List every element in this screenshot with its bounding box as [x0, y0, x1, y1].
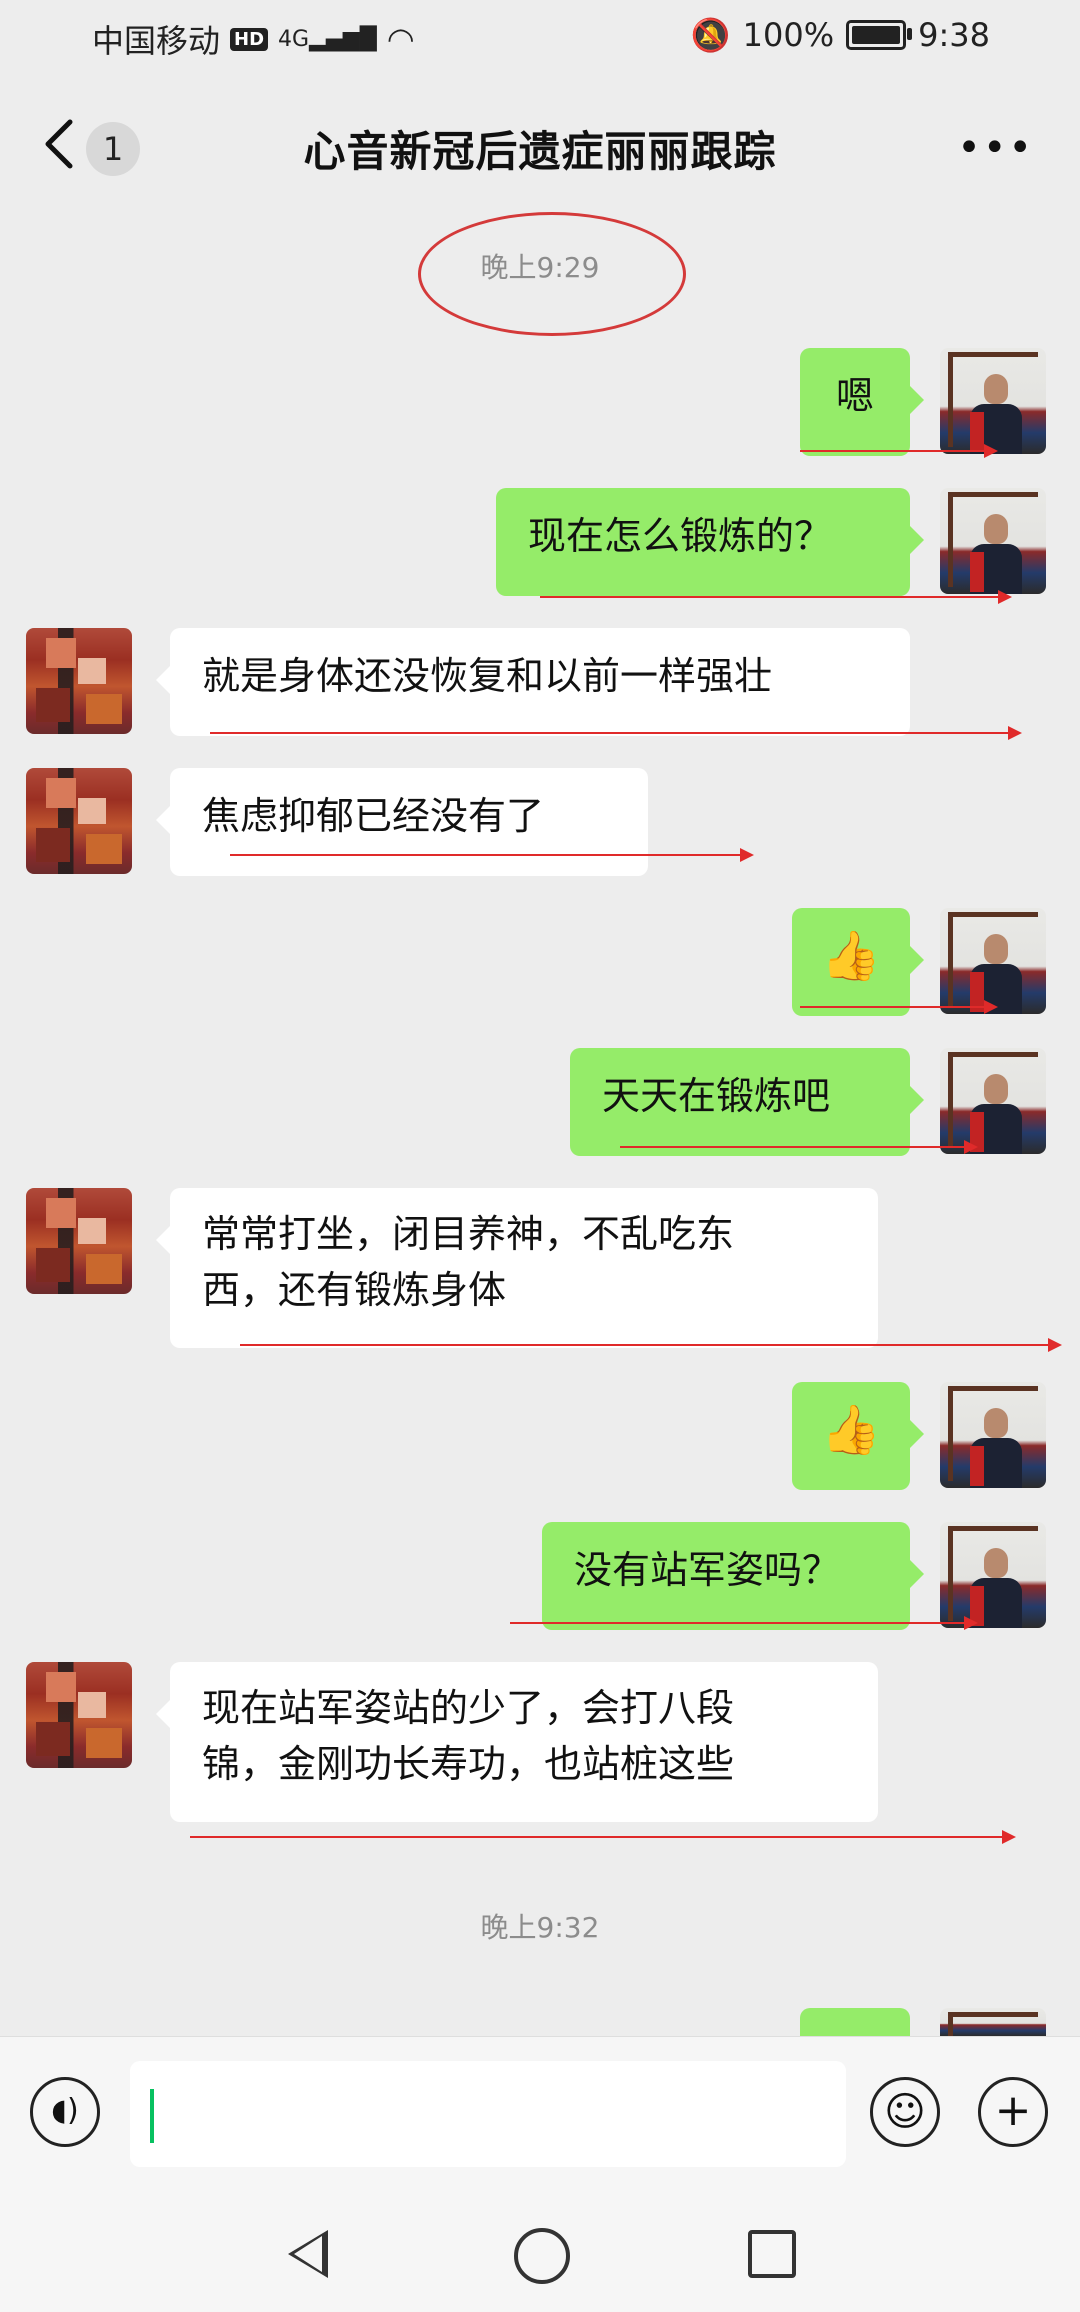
message-input[interactable] — [130, 2061, 846, 2167]
annotation-arrow — [800, 444, 998, 458]
text-caret — [150, 2089, 154, 2143]
annotation-arrow — [510, 1616, 978, 1630]
signal-icon: 4G▂▄▆█ — [278, 26, 377, 52]
status-bar: 中国移动 HD 4G▂▄▆█ ◠ 🔕 100% 9:38 — [0, 0, 1080, 80]
message-bubble-me[interactable]: 👍 — [792, 1382, 924, 1490]
mute-icon: 🔕 — [690, 16, 731, 54]
voice-icon[interactable]: ◖) — [30, 2077, 100, 2147]
message-bubble-them[interactable]: 焦虑抑郁已经没有了 — [156, 768, 648, 876]
hd-icon: HD — [230, 27, 269, 51]
nav-recent-apps-icon[interactable] — [748, 2230, 796, 2278]
message-bubble-them[interactable]: 现在站军姿站的少了，会打八段 锦，金刚功长寿功，也站桩这些 — [156, 1662, 878, 1822]
annotation-arrow — [620, 1140, 978, 1154]
annotation-arrow — [190, 1830, 1016, 1844]
message-bubble-me[interactable]: 现在怎么锻炼的？ — [496, 488, 924, 596]
my-avatar[interactable] — [940, 1522, 1046, 1628]
my-avatar[interactable] — [940, 1048, 1046, 1154]
plus-icon[interactable]: + — [978, 2077, 1048, 2147]
message-bubble-me[interactable]: 没有站军姿吗？ — [542, 1522, 924, 1630]
contact-avatar[interactable] — [26, 628, 132, 734]
my-avatar[interactable] — [940, 908, 1046, 1014]
nav-home-icon[interactable] — [514, 2228, 570, 2284]
clock: 9:38 — [918, 16, 990, 54]
carrier-label: 中国移动 — [92, 22, 221, 60]
my-avatar[interactable] — [940, 488, 1046, 594]
annotation-arrow — [210, 726, 1022, 740]
system-nav-bar — [0, 2222, 1080, 2312]
annotation-circle — [418, 212, 686, 336]
my-avatar[interactable] — [940, 1382, 1046, 1488]
chat-header: 1 心音新冠后遗症丽丽跟踪 ••• — [0, 80, 1080, 210]
annotation-arrow — [800, 1000, 998, 1014]
chat-title: 心音新冠后遗症丽丽跟踪 — [303, 127, 777, 176]
chevron-left-icon[interactable] — [40, 118, 80, 170]
contact-avatar[interactable] — [26, 1188, 132, 1294]
annotation-arrow — [230, 848, 754, 862]
more-dots-icon[interactable]: ••• — [957, 128, 1034, 168]
unread-count-badge[interactable]: 1 — [86, 122, 140, 176]
message-bubble-them[interactable]: 常常打坐，闭目养神，不乱吃东 西，还有锻炼身体 — [156, 1188, 878, 1348]
contact-avatar[interactable] — [26, 1662, 132, 1768]
wifi-icon: ◠ — [386, 20, 415, 58]
message-bubble-them[interactable]: 就是身体还没恢复和以前一样强壮 — [156, 628, 910, 736]
message-bubble-me[interactable]: 嗯 — [800, 348, 924, 456]
message-bubble-me[interactable]: 天天在锻炼吧 — [570, 1048, 924, 1156]
emoji-icon[interactable]: ☺ — [870, 2077, 940, 2147]
input-bar: ◖) ☺ + — [0, 2036, 1080, 2223]
battery-icon — [846, 20, 913, 50]
my-avatar — [940, 2008, 1046, 2036]
message-bubble-me-partial — [800, 2008, 924, 2074]
contact-avatar[interactable] — [26, 768, 132, 874]
annotation-arrow — [240, 1338, 1062, 1352]
network-type: 4G — [278, 26, 310, 52]
annotation-arrow — [540, 590, 1012, 604]
message-bubble-me[interactable]: 👍 — [792, 908, 924, 1016]
timestamp: 晚上9:32 — [480, 1911, 600, 1944]
battery-percent: 100% — [742, 16, 835, 54]
my-avatar[interactable] — [940, 348, 1046, 454]
